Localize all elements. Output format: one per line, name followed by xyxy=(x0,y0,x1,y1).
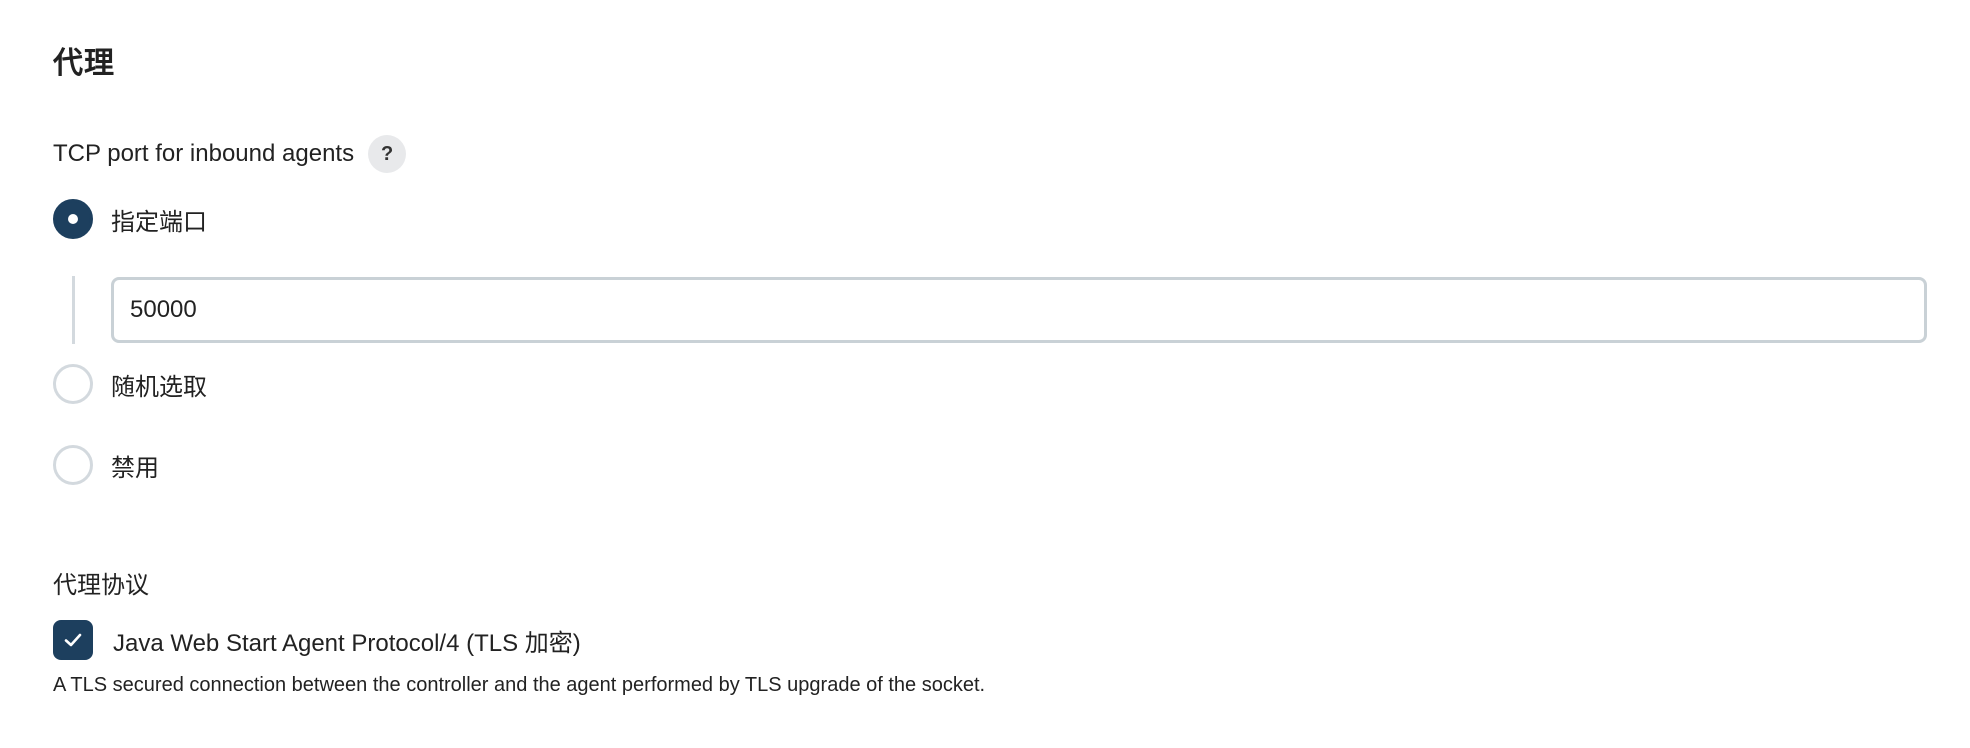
radio-button-disable[interactable] xyxy=(53,445,93,485)
radio-button-fixed-port[interactable] xyxy=(53,199,93,239)
radio-label-fixed-port: 指定端口 xyxy=(111,208,207,236)
protocol-checkbox-row[interactable]: Java Web Start Agent Protocol/4 (TLS 加密) xyxy=(53,620,581,660)
radio-label-random: 随机选取 xyxy=(111,373,207,401)
help-icon[interactable]: ? xyxy=(368,135,407,173)
protocol-label: Java Web Start Agent Protocol/4 (TLS 加密) xyxy=(113,629,581,657)
radio-option-disable[interactable]: 禁用 xyxy=(53,444,159,486)
checkmark-icon xyxy=(64,633,82,647)
radio-label-disable: 禁用 xyxy=(111,454,159,482)
agent-settings-page: 代理 TCP port for inbound agents ? 指定端口 随机… xyxy=(0,0,1970,748)
agent-protocols-title: 代理协议 xyxy=(53,572,149,599)
radio-option-random[interactable]: 随机选取 xyxy=(53,363,207,405)
tcp-port-label-row: TCP port for inbound agents ? xyxy=(53,134,407,174)
radio-option-fixed-port[interactable]: 指定端口 xyxy=(53,198,207,240)
radio-button-random[interactable] xyxy=(53,364,93,404)
section-title: 代理 xyxy=(53,47,115,80)
tcp-port-label: TCP port for inbound agents xyxy=(53,140,355,167)
protocol-checkbox[interactable] xyxy=(53,620,93,660)
protocol-description: A TLS secured connection between the con… xyxy=(53,674,986,696)
radio-dot xyxy=(68,214,78,224)
nested-indent-bar xyxy=(72,276,75,344)
port-number-input[interactable] xyxy=(111,277,1927,343)
